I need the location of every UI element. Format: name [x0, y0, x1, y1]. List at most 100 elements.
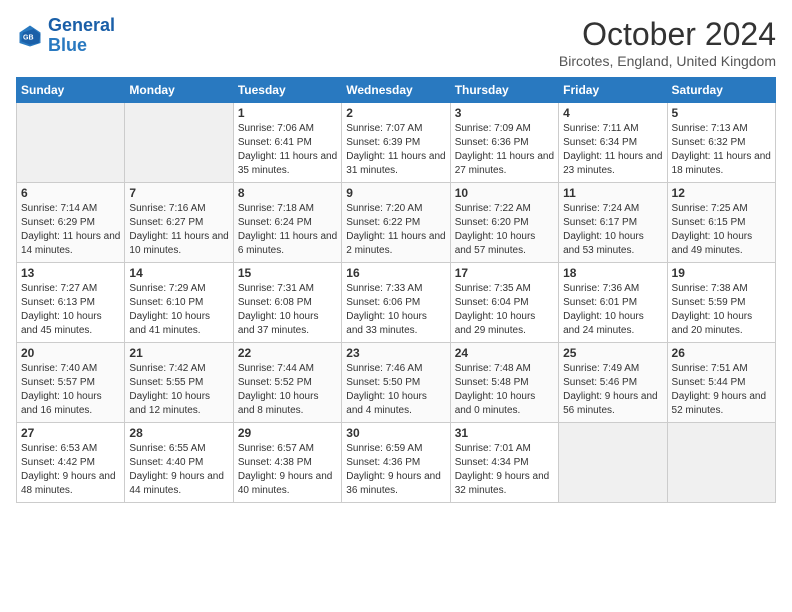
day-detail: Sunrise: 7:42 AMSunset: 5:55 PMDaylight:…: [129, 362, 228, 418]
logo-blue: Blue: [48, 35, 87, 55]
day-cell: 13Sunrise: 7:27 AMSunset: 6:13 PMDayligh…: [17, 263, 125, 343]
day-number: 13: [21, 266, 120, 280]
day-number: 14: [129, 266, 228, 280]
day-cell: 21 Sunrise: 7:42 AMSunset: 5:55 PMDayligh…: [125, 343, 233, 423]
day-number: 26: [672, 346, 771, 360]
day-cell: 20 Sunrise: 7:40 AMSunset: 5:57 PMDayligh…: [17, 343, 125, 423]
week-row-2: 6 Sunrise: 7:14 AMSunset: 6:29 PMDaylight…: [17, 183, 776, 263]
day-number: 20: [21, 346, 120, 360]
day-number: 7: [129, 186, 228, 200]
header-row: SundayMondayTuesdayWednesdayThursdayFrid…: [17, 78, 776, 103]
location-title: Bircotes, England, United Kingdom: [559, 53, 776, 69]
day-number: 15: [238, 266, 337, 280]
day-detail: Sunrise: 7:36 AMSunset: 6:01 PMDaylight:…: [563, 282, 662, 338]
day-number: 23: [346, 346, 445, 360]
week-row-5: 27 Sunrise: 6:53 AMSunset: 4:42 PMDayligh…: [17, 423, 776, 503]
day-cell: [667, 423, 775, 503]
day-number: 17: [455, 266, 554, 280]
day-number: 4: [563, 106, 662, 120]
day-number: 11: [563, 186, 662, 200]
day-cell: 12 Sunrise: 7:25 AMSunset: 6:15 PMDayligh…: [667, 183, 775, 263]
day-cell: 29Sunrise: 6:57 AMSunset: 4:38 PMDayligh…: [233, 423, 341, 503]
day-detail: Sunrise: 7:01 AMSunset: 4:34 PMDaylight:…: [455, 442, 554, 498]
day-number: 1: [238, 106, 337, 120]
day-number: 5: [672, 106, 771, 120]
day-cell: 18 Sunrise: 7:36 AMSunset: 6:01 PMDayligh…: [559, 263, 667, 343]
day-number: 10: [455, 186, 554, 200]
week-row-4: 20 Sunrise: 7:40 AMSunset: 5:57 PMDayligh…: [17, 343, 776, 423]
day-cell: 2 Sunrise: 7:07 AMSunset: 6:39 PMDaylight…: [342, 103, 450, 183]
page-header: GB General Blue October 2024 Bircotes, E…: [16, 16, 776, 69]
day-header-saturday: Saturday: [667, 78, 775, 103]
day-number: 19: [672, 266, 771, 280]
day-detail: Sunrise: 7:33 AMSunset: 6:06 PMDaylight:…: [346, 282, 445, 338]
day-cell: 17 Sunrise: 7:35 AMSunset: 6:04 PMDayligh…: [450, 263, 558, 343]
day-detail: Sunrise: 7:46 AMSunset: 5:50 PMDaylight:…: [346, 362, 445, 418]
day-cell: 30 Sunrise: 6:59 AMSunset: 4:36 PMDayligh…: [342, 423, 450, 503]
day-cell: 27 Sunrise: 6:53 AMSunset: 4:42 PMDayligh…: [17, 423, 125, 503]
day-number: 30: [346, 426, 445, 440]
day-detail: Sunrise: 7:29 AMSunset: 6:10 PMDaylight:…: [129, 282, 228, 338]
calendar-table: SundayMondayTuesdayWednesdayThursdayFrid…: [16, 77, 776, 503]
day-cell: 5 Sunrise: 7:13 AMSunset: 6:32 PMDaylight…: [667, 103, 775, 183]
day-header-friday: Friday: [559, 78, 667, 103]
day-cell: 23 Sunrise: 7:46 AMSunset: 5:50 PMDayligh…: [342, 343, 450, 423]
day-cell: 1 Sunrise: 7:06 AMSunset: 6:41 PMDaylight…: [233, 103, 341, 183]
day-number: 18: [563, 266, 662, 280]
day-cell: 31Sunrise: 7:01 AMSunset: 4:34 PMDayligh…: [450, 423, 558, 503]
day-header-wednesday: Wednesday: [342, 78, 450, 103]
day-detail: Sunrise: 7:49 AMSunset: 5:46 PMDaylight:…: [563, 362, 662, 418]
day-cell: 16 Sunrise: 7:33 AMSunset: 6:06 PMDayligh…: [342, 263, 450, 343]
day-cell: 9Sunrise: 7:20 AMSunset: 6:22 PMDaylight…: [342, 183, 450, 263]
day-detail: Sunrise: 6:53 AMSunset: 4:42 PMDaylight:…: [21, 442, 120, 498]
day-header-tuesday: Tuesday: [233, 78, 341, 103]
day-number: 12: [672, 186, 771, 200]
day-detail: Sunrise: 7:06 AMSunset: 6:41 PMDaylight:…: [238, 122, 337, 178]
logo-icon: GB: [16, 22, 44, 50]
day-cell: [559, 423, 667, 503]
svg-text:GB: GB: [23, 34, 34, 41]
logo-general: General: [48, 15, 115, 35]
day-number: 29: [238, 426, 337, 440]
day-detail: Sunrise: 7:25 AMSunset: 6:15 PMDaylight:…: [672, 202, 771, 258]
day-cell: 26 Sunrise: 7:51 AMSunset: 5:44 PMDayligh…: [667, 343, 775, 423]
day-header-thursday: Thursday: [450, 78, 558, 103]
day-cell: 24 Sunrise: 7:48 AMSunset: 5:48 PMDayligh…: [450, 343, 558, 423]
day-cell: 11 Sunrise: 7:24 AMSunset: 6:17 PMDayligh…: [559, 183, 667, 263]
day-detail: Sunrise: 7:09 AMSunset: 6:36 PMDaylight:…: [455, 122, 554, 178]
day-detail: Sunrise: 7:31 AMSunset: 6:08 PMDaylight:…: [238, 282, 337, 338]
day-number: 27: [21, 426, 120, 440]
day-detail: Sunrise: 7:22 AMSunset: 6:20 PMDaylight:…: [455, 202, 554, 258]
day-detail: Sunrise: 7:18 AMSunset: 6:24 PMDaylight:…: [238, 202, 337, 258]
day-detail: Sunrise: 7:44 AMSunset: 5:52 PMDaylight:…: [238, 362, 337, 418]
day-cell: 22 Sunrise: 7:44 AMSunset: 5:52 PMDayligh…: [233, 343, 341, 423]
day-detail: Sunrise: 7:24 AMSunset: 6:17 PMDaylight:…: [563, 202, 662, 258]
day-cell: 15 Sunrise: 7:31 AMSunset: 6:08 PMDayligh…: [233, 263, 341, 343]
day-number: 6: [21, 186, 120, 200]
day-number: 24: [455, 346, 554, 360]
day-header-monday: Monday: [125, 78, 233, 103]
day-number: 22: [238, 346, 337, 360]
day-number: 25: [563, 346, 662, 360]
day-number: 28: [129, 426, 228, 440]
day-number: 8: [238, 186, 337, 200]
day-detail: Sunrise: 7:48 AMSunset: 5:48 PMDaylight:…: [455, 362, 554, 418]
day-detail: Sunrise: 7:14 AMSunset: 6:29 PMDaylight:…: [21, 202, 120, 258]
day-number: 9: [346, 186, 445, 200]
day-cell: 14 Sunrise: 7:29 AMSunset: 6:10 PMDayligh…: [125, 263, 233, 343]
day-cell: [17, 103, 125, 183]
day-detail: Sunrise: 6:59 AMSunset: 4:36 PMDaylight:…: [346, 442, 445, 498]
day-number: 2: [346, 106, 445, 120]
day-detail: Sunrise: 7:51 AMSunset: 5:44 PMDaylight:…: [672, 362, 771, 418]
logo: GB General Blue: [16, 16, 115, 56]
day-detail: Sunrise: 7:13 AMSunset: 6:32 PMDaylight:…: [672, 122, 771, 178]
day-cell: 10 Sunrise: 7:22 AMSunset: 6:20 PMDayligh…: [450, 183, 558, 263]
day-cell: 8 Sunrise: 7:18 AMSunset: 6:24 PMDaylight…: [233, 183, 341, 263]
day-number: 16: [346, 266, 445, 280]
day-detail: Sunrise: 7:07 AMSunset: 6:39 PMDaylight:…: [346, 122, 445, 178]
day-detail: Sunrise: 7:40 AMSunset: 5:57 PMDaylight:…: [21, 362, 120, 418]
day-detail: Sunrise: 7:35 AMSunset: 6:04 PMDaylight:…: [455, 282, 554, 338]
day-number: 3: [455, 106, 554, 120]
day-cell: 19Sunrise: 7:38 AMSunset: 5:59 PMDayligh…: [667, 263, 775, 343]
day-number: 21: [129, 346, 228, 360]
